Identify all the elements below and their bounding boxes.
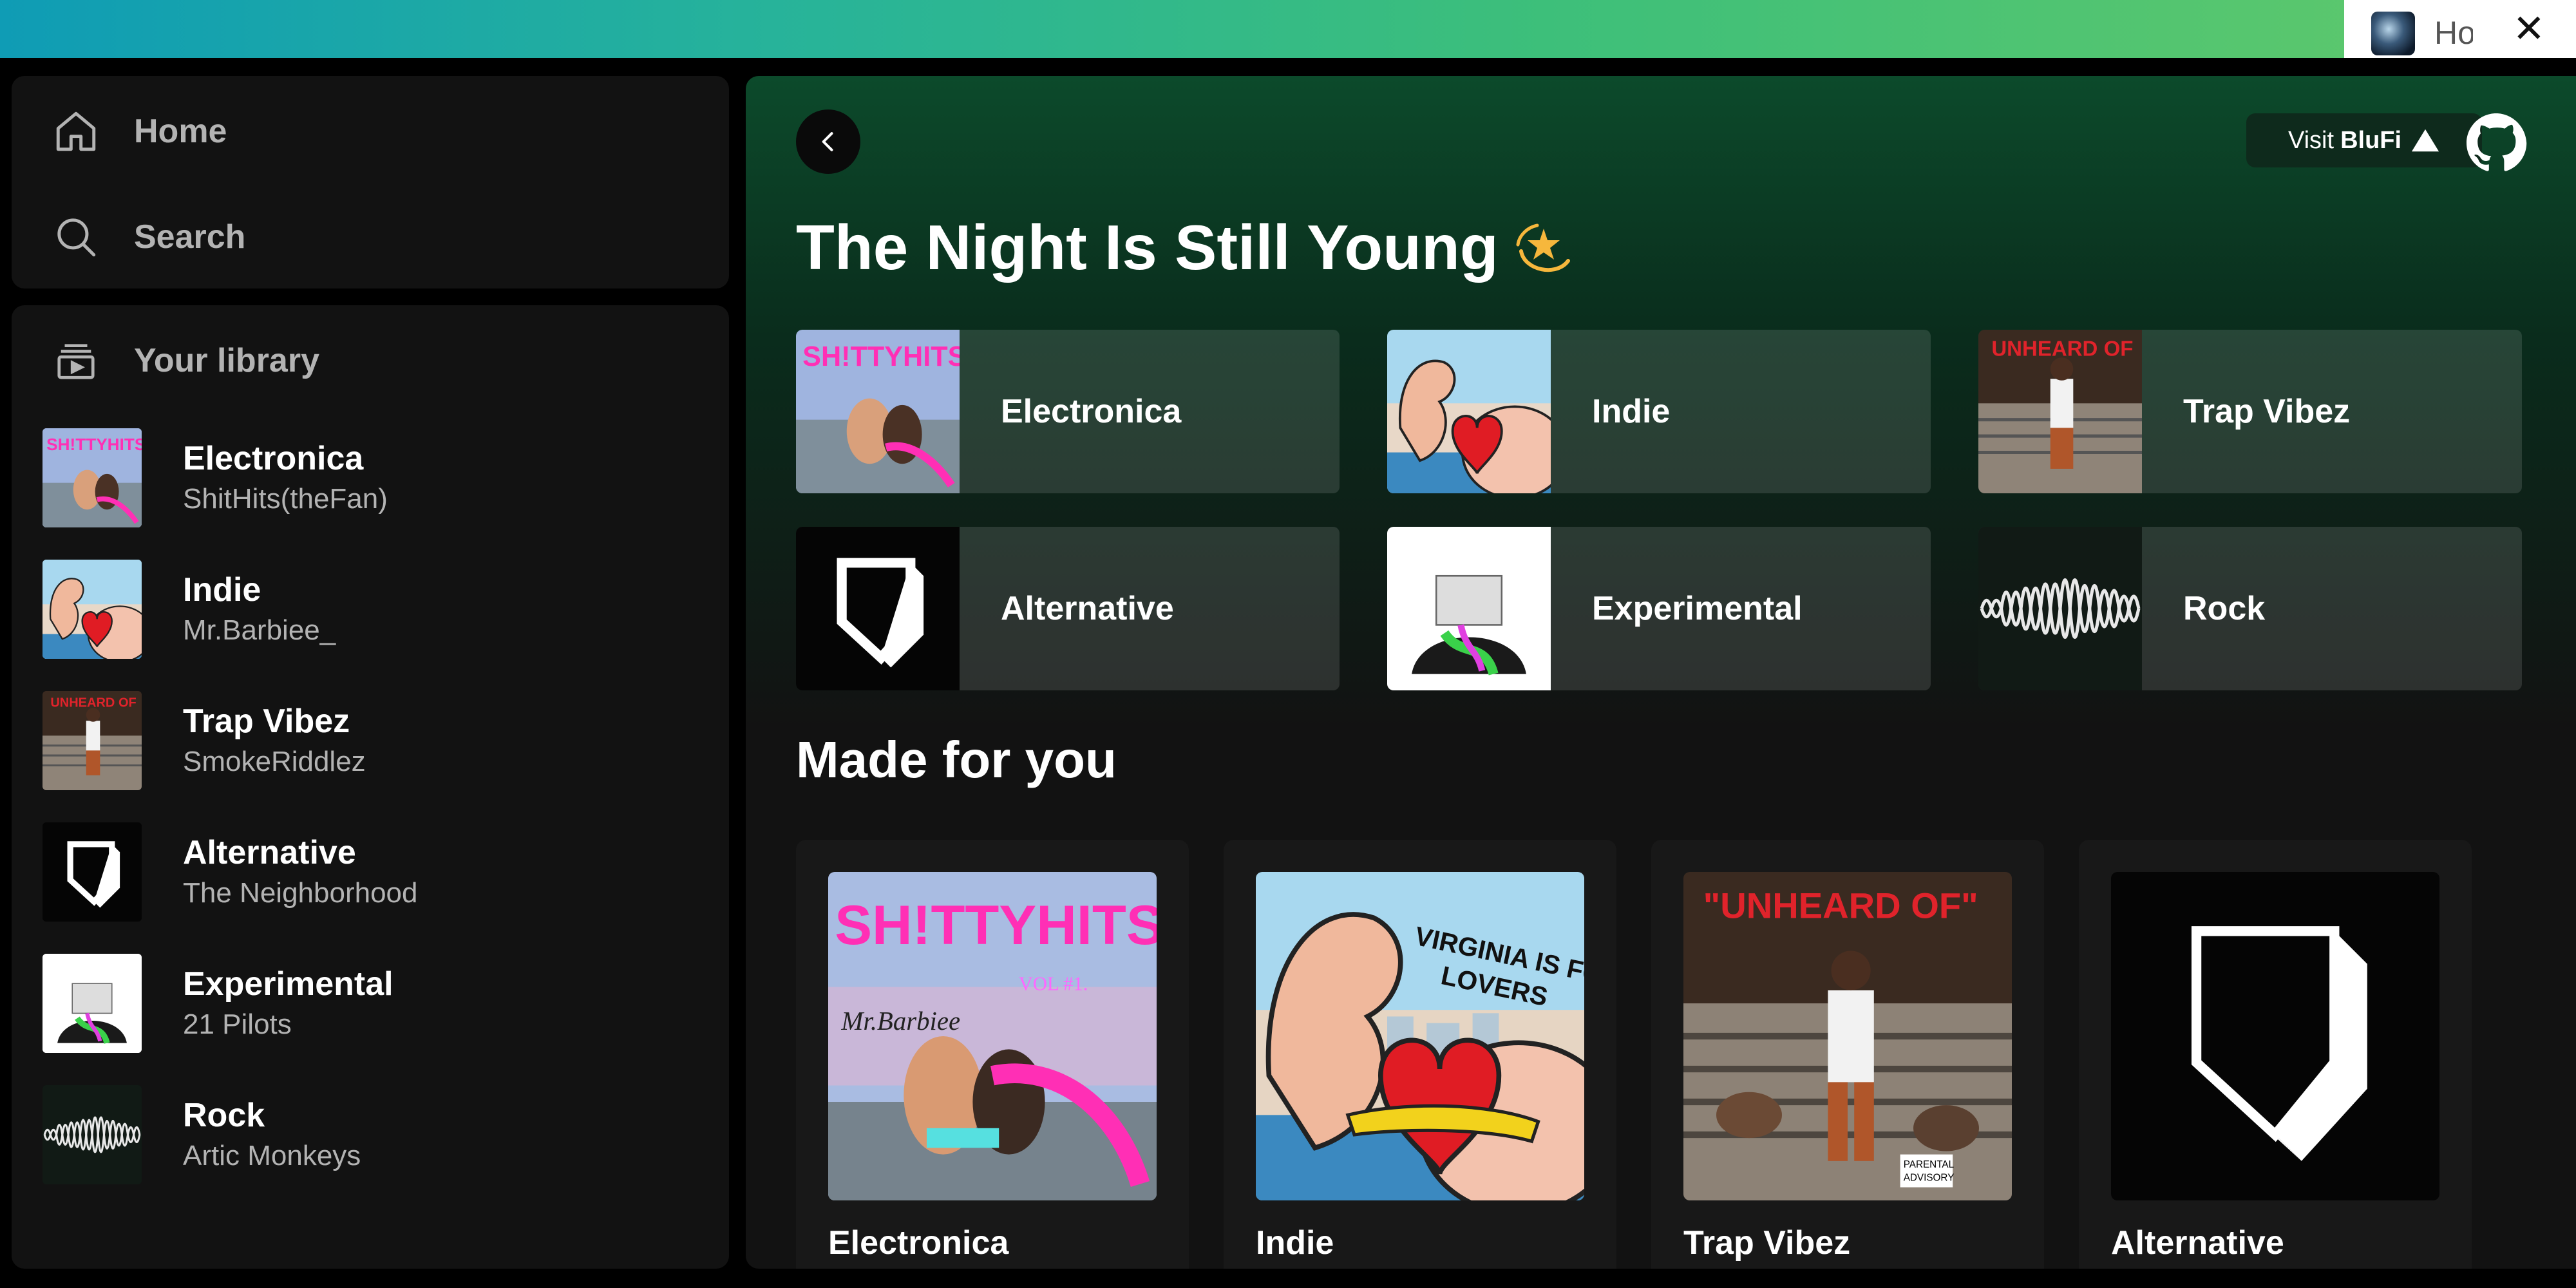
quick-pick-label: Alternative: [1001, 590, 1174, 627]
made-card-indie[interactable]: VIRGINIA IS FOR LOVERS Indie: [1224, 840, 1616, 1269]
quick-pick-experimental[interactable]: Experimental: [1387, 527, 1931, 690]
github-icon[interactable]: [2465, 112, 2527, 174]
chevron-left-icon: [822, 132, 833, 151]
search-icon: [50, 211, 102, 263]
album-art-rock: [43, 1085, 142, 1184]
visit-prefix: Visit: [2287, 126, 2334, 154]
made-card-alternative[interactable]: Alternative: [2079, 840, 2472, 1269]
quick-pick-electronica[interactable]: SH!TTYHITS Electronica: [796, 330, 1340, 493]
quick-pick-label: Electronica: [1001, 393, 1182, 430]
triangle-logo-icon: [2411, 129, 2439, 152]
close-icon[interactable]: ✕: [2513, 6, 2545, 52]
library-item-artist: Artic Monkeys: [183, 1140, 361, 1171]
made-card-electronica[interactable]: SH!TTYHITS VOL #1. Mr.Barbiee Electronica: [796, 840, 1189, 1269]
nav-home-link[interactable]: Home: [50, 99, 227, 164]
main-content: Visit BluFi The Night Is Still Young SH!…: [746, 76, 2576, 1269]
library-item-title: Alternative: [183, 834, 356, 871]
browser-top-bar: Ho ✕: [0, 0, 2576, 58]
library-item-alternative[interactable]: Alternative The Neighborhood: [43, 820, 712, 923]
album-art-trap-vibez: UNHEARD OF: [1978, 330, 2142, 493]
svg-text:SH!TTYHITS: SH!TTYHITS: [46, 435, 142, 454]
library-item-title: Electronica: [183, 440, 364, 477]
library-item-title: Experimental: [183, 965, 393, 1003]
svg-text:SH!TTYHITS: SH!TTYHITS: [835, 895, 1157, 956]
avatar-icon: [2371, 12, 2415, 55]
made-for-you-heading: Made for you: [796, 731, 1117, 788]
made-card-label: Trap Vibez: [1683, 1224, 1851, 1262]
dizzy-star-icon: [1511, 216, 1576, 280]
album-art-electronica: SH!TTYHITS VOL #1. Mr.Barbiee: [828, 872, 1157, 1200]
visit-blufi-button[interactable]: Visit BluFi: [2246, 113, 2482, 167]
library-item-title: Indie: [183, 571, 261, 609]
library-item-title: Trap Vibez: [183, 703, 350, 740]
library-item-artist: SmokeRiddlez: [183, 746, 366, 777]
album-art-electronica: SH!TTYHITS: [796, 330, 966, 493]
home-icon: [50, 106, 102, 157]
library-item-artist: Mr.Barbiee_: [183, 614, 336, 646]
album-art-indie: [43, 560, 142, 659]
library-item-electronica[interactable]: SH!TTYHITS Electronica ShitHits(theFan): [43, 426, 712, 529]
svg-text:UNHEARD OF: UNHEARD OF: [1991, 337, 2133, 361]
album-art-alternative: [43, 822, 142, 922]
album-art-electronica: SH!TTYHITS: [43, 428, 142, 527]
quick-pick-label: Rock: [2183, 590, 2266, 627]
quick-pick-label: Experimental: [1592, 590, 1803, 627]
quick-pick-trap-vibez[interactable]: UNHEARD OF Trap Vibez: [1978, 330, 2522, 493]
svg-text:VOL #1.: VOL #1.: [1019, 973, 1088, 995]
svg-text:ADVISORY: ADVISORY: [1904, 1172, 1955, 1183]
quick-pick-rock[interactable]: Rock: [1978, 527, 2522, 690]
svg-text:SH!TTYHITS: SH!TTYHITS: [802, 341, 960, 372]
search-label: Search: [134, 218, 246, 256]
nav-search-link[interactable]: Search: [50, 205, 245, 269]
quick-pick-label: Trap Vibez: [2183, 393, 2351, 430]
library-icon: [50, 335, 102, 386]
svg-text:PARENTAL: PARENTAL: [1904, 1159, 1954, 1170]
album-art-indie: [1387, 330, 1569, 493]
svg-text:Mr.Barbiee: Mr.Barbiee: [840, 1007, 960, 1036]
library-panel: Your library SH!TTYHITS Electronica Shit…: [12, 305, 729, 1269]
svg-text:"UNHEARD OF": "UNHEARD OF": [1703, 885, 1978, 925]
album-art-trap-vibez: UNHEARD OF: [43, 691, 142, 790]
tab-title: Ho: [2434, 15, 2473, 51]
svg-text:UNHEARD OF: UNHEARD OF: [50, 696, 136, 710]
back-button[interactable]: [796, 109, 860, 174]
quick-pick-label: Indie: [1592, 393, 1671, 430]
library-header[interactable]: Your library: [50, 328, 319, 393]
greeting-heading: The Night Is Still Young: [796, 211, 1576, 284]
album-art-experimental: [1387, 527, 1551, 690]
library-item-rock[interactable]: Rock Artic Monkeys: [43, 1083, 712, 1186]
album-art-rock: [1978, 527, 2142, 690]
library-title: Your library: [134, 342, 320, 379]
library-item-artist: ShitHits(theFan): [183, 483, 388, 515]
library-item-title: Rock: [183, 1097, 265, 1134]
browser-tab[interactable]: Ho ✕: [2344, 0, 2576, 58]
library-item-artist: 21 Pilots: [183, 1009, 292, 1040]
album-art-alternative: [796, 527, 960, 690]
made-card-trap-vibez[interactable]: "UNHEARD OF" PARENTAL ADVISORY Trap Vibez: [1651, 840, 2044, 1269]
made-card-label: Indie: [1256, 1224, 1334, 1262]
made-card-label: Electronica: [828, 1224, 1009, 1262]
library-item-experimental[interactable]: Experimental 21 Pilots: [43, 952, 712, 1055]
home-label: Home: [134, 113, 227, 150]
album-art-trap-vibez: "UNHEARD OF" PARENTAL ADVISORY: [1683, 872, 2012, 1200]
quick-pick-alternative[interactable]: Alternative: [796, 527, 1340, 690]
made-card-label: Alternative: [2111, 1224, 2284, 1262]
album-art-indie: VIRGINIA IS FOR LOVERS: [1256, 872, 1584, 1200]
quick-pick-indie[interactable]: Indie: [1387, 330, 1931, 493]
album-art-alternative: [2111, 872, 2439, 1200]
greeting-text: The Night Is Still Young: [796, 212, 1499, 283]
library-item-artist: The Neighborhood: [183, 877, 418, 909]
visit-brand: BluFi: [2340, 126, 2402, 154]
library-item-trap-vibez[interactable]: UNHEARD OF Trap Vibez SmokeRiddlez: [43, 689, 712, 792]
album-art-experimental: [43, 954, 142, 1053]
library-item-indie[interactable]: Indie Mr.Barbiee_: [43, 558, 712, 661]
